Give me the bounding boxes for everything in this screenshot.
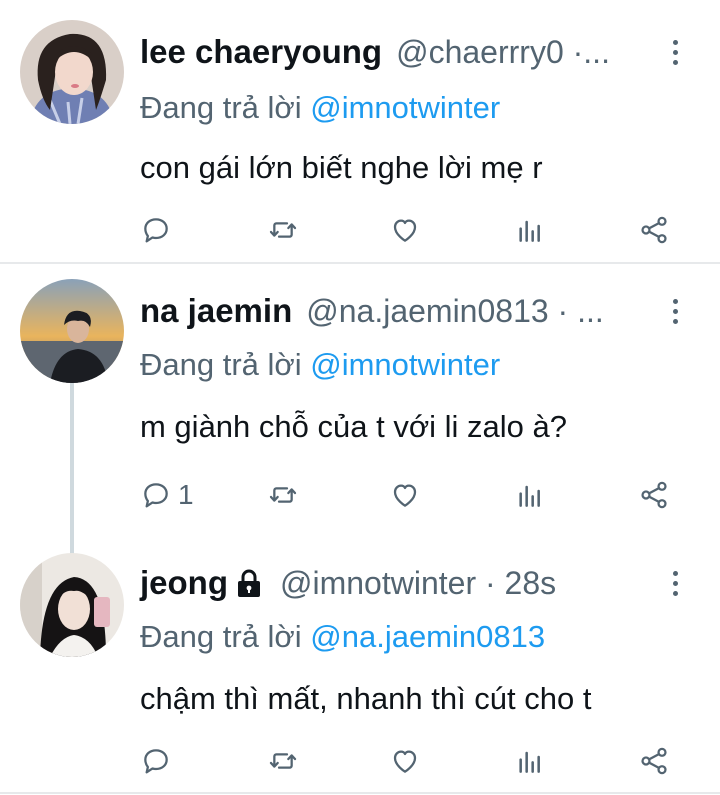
user-handle[interactable]: @chaerrry0 ·...: [396, 34, 610, 71]
reply-button[interactable]: 1: [140, 475, 194, 515]
retweet-icon: [267, 479, 299, 511]
tweet-header: jeong @imnotwinter · 28s: [140, 563, 556, 603]
user-handle[interactable]: @na.jaemin0813 · ...: [306, 293, 604, 330]
mention-link[interactable]: @imnotwinter: [310, 347, 500, 382]
reply-button[interactable]: [140, 210, 172, 250]
like-icon: [389, 479, 421, 511]
share-icon: [638, 745, 670, 777]
views-icon: [514, 214, 546, 246]
reply-prefix: Đang trả lời: [140, 619, 302, 654]
replying-to: Đang trả lời @na.jaemin0813: [140, 619, 545, 655]
tweet-text: m giành chỗ của t với li zalo à?: [140, 409, 567, 444]
like-button[interactable]: [389, 210, 421, 250]
action-bar: [140, 210, 680, 250]
retweet-icon: [267, 745, 299, 777]
tweet-header: na jaemin @na.jaemin0813 · ...: [140, 291, 604, 331]
reply-count: 1: [178, 479, 194, 510]
reply-prefix: Đang trả lời: [140, 347, 302, 382]
more-icon[interactable]: [660, 563, 690, 603]
tweet-text: chậm thì mất, nhanh thì cút cho t: [140, 681, 592, 716]
retweet-button[interactable]: [267, 210, 299, 250]
action-bar: 1: [140, 475, 680, 515]
avatar[interactable]: [20, 553, 124, 657]
views-button[interactable]: [514, 475, 546, 515]
tweet-text: con gái lớn biết nghe lời mẹ r: [140, 150, 543, 185]
views-button[interactable]: [514, 210, 546, 250]
share-button[interactable]: [638, 210, 670, 250]
user-handle[interactable]: @imnotwinter · 28s: [280, 565, 556, 602]
reply-icon: [140, 479, 172, 511]
action-bar: [140, 741, 680, 781]
tweet-reply[interactable]: na jaemin @na.jaemin0813 · ... Đang trả …: [0, 263, 720, 545]
share-button[interactable]: [638, 475, 670, 515]
views-button[interactable]: [514, 741, 546, 781]
retweet-button[interactable]: [267, 741, 299, 781]
reply-prefix: Đang trả lời: [140, 90, 302, 125]
tweet-header: lee chaeryoung @chaerrry0 ·...: [140, 32, 610, 72]
more-icon[interactable]: [660, 291, 690, 331]
replying-to: Đang trả lời @imnotwinter: [140, 90, 500, 126]
retweet-button[interactable]: [267, 475, 299, 515]
display-name[interactable]: na jaemin: [140, 292, 292, 330]
tweet-reply[interactable]: jeong @imnotwinter · 28s Đang trả lời @n…: [0, 545, 720, 792]
reply-icon: [140, 745, 172, 777]
views-icon: [514, 745, 546, 777]
retweet-icon: [267, 214, 299, 246]
mention-link[interactable]: @na.jaemin0813: [310, 619, 545, 654]
views-icon: [514, 479, 546, 511]
tweet-reply[interactable]: lee chaeryoung @chaerrry0 ·... Đang trả …: [0, 0, 720, 262]
share-icon: [638, 214, 670, 246]
mention-link[interactable]: @imnotwinter: [310, 90, 500, 125]
avatar[interactable]: [20, 279, 124, 383]
lock-icon: [238, 569, 260, 597]
more-icon[interactable]: [660, 32, 690, 72]
share-button[interactable]: [638, 741, 670, 781]
avatar[interactable]: [20, 20, 124, 124]
divider: [0, 792, 720, 794]
like-icon: [389, 214, 421, 246]
replying-to: Đang trả lời @imnotwinter: [140, 347, 500, 383]
display-name[interactable]: jeong: [140, 564, 228, 602]
like-icon: [389, 745, 421, 777]
like-button[interactable]: [389, 475, 421, 515]
display-name[interactable]: lee chaeryoung: [140, 33, 382, 71]
share-icon: [638, 479, 670, 511]
reply-button[interactable]: [140, 741, 172, 781]
reply-icon: [140, 214, 172, 246]
like-button[interactable]: [389, 741, 421, 781]
